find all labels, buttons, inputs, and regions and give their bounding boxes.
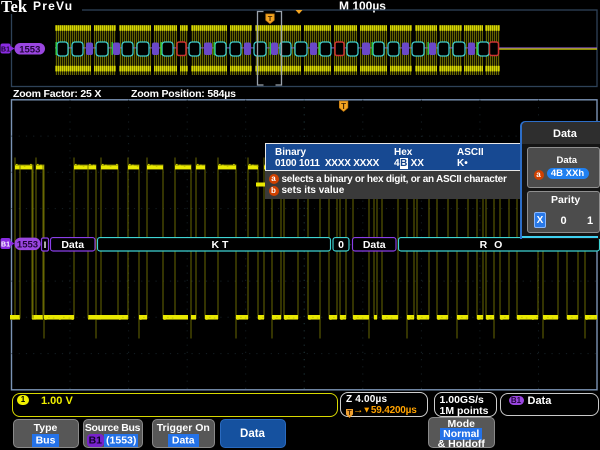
svg-text:I: I: [44, 240, 47, 250]
svg-text:Data: Data: [363, 239, 386, 251]
svg-text:1553: 1553: [17, 240, 38, 251]
svg-text:T: T: [341, 102, 346, 111]
svg-text:Data: Data: [61, 239, 84, 251]
svg-text:R O: R O: [480, 239, 505, 251]
svg-text:K T: K T: [212, 239, 230, 251]
svg-text:0: 0: [338, 239, 344, 251]
svg-text:B1: B1: [1, 242, 10, 249]
